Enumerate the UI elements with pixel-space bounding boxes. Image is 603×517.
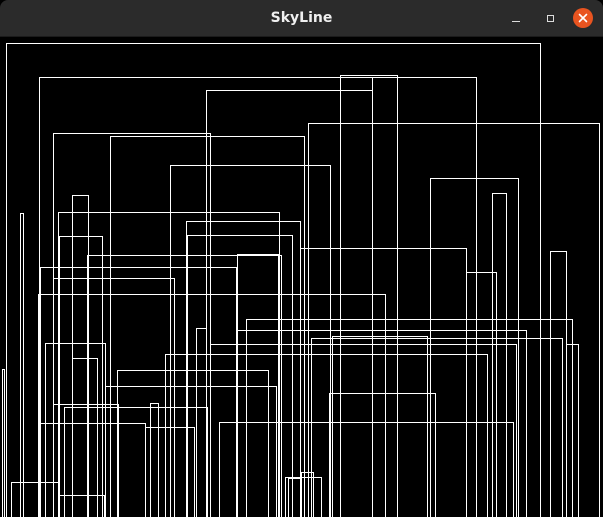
- building-outline: [372, 77, 477, 517]
- building-outline: [72, 358, 98, 517]
- building-outline: [196, 328, 207, 517]
- title-bar[interactable]: SkyLine: [0, 0, 603, 37]
- building-outline: [40, 423, 146, 517]
- skyline-drawing: [2, 43, 600, 517]
- building-outline: [308, 123, 600, 517]
- building-outline: [246, 319, 573, 517]
- close-button[interactable]: [573, 8, 593, 28]
- building-outline: [72, 195, 89, 517]
- skyline-canvas[interactable]: [0, 37, 603, 517]
- building-outline: [206, 90, 373, 517]
- building-outline: [105, 386, 277, 517]
- building-outline: [165, 354, 488, 517]
- building-outline: [6, 43, 541, 517]
- building-outline: [11, 482, 59, 517]
- building-outline: [150, 403, 159, 517]
- building-outline: [332, 336, 428, 517]
- building-outline: [311, 338, 563, 517]
- building-outline: [45, 343, 106, 517]
- building-outline: [237, 330, 527, 517]
- minimize-button[interactable]: [506, 8, 526, 28]
- building-outline: [340, 75, 398, 517]
- building-outline: [237, 254, 279, 517]
- building-outline: [430, 178, 519, 517]
- building-outline: [550, 251, 567, 517]
- close-icon: [578, 13, 588, 23]
- building-outline: [53, 404, 119, 517]
- building-outline: [186, 221, 301, 517]
- building-outline: [329, 393, 436, 517]
- building-outline: [38, 294, 386, 517]
- building-outline: [20, 213, 24, 517]
- application-window: SkyLine: [0, 0, 603, 517]
- building-outline: [219, 422, 514, 517]
- building-outline: [53, 278, 175, 517]
- maximize-icon: [546, 14, 554, 22]
- maximize-button[interactable]: [540, 8, 560, 28]
- minimize-icon: [512, 20, 520, 22]
- building-outline: [117, 370, 269, 517]
- building-outline: [300, 248, 467, 517]
- building-outline: [288, 478, 301, 517]
- building-outline: [285, 477, 322, 517]
- building-outline: [492, 193, 507, 517]
- building-outline: [2, 369, 5, 517]
